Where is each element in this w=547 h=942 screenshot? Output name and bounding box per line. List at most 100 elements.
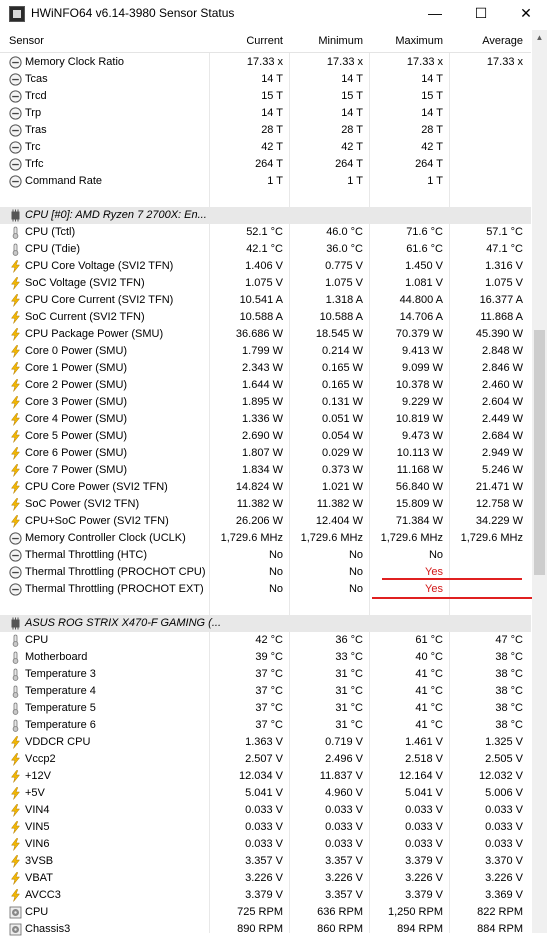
sensor-name: Thermal Throttling (PROCHOT EXT) — [25, 583, 204, 595]
sensor-row[interactable]: Core 5 Power (SMU) 2.690 W 0.054 W 9.473 W 2… — [0, 428, 531, 445]
sensor-row[interactable]: Trp 14 T 14 T 14 T — [0, 105, 531, 122]
scroll-up-arrow-icon[interactable]: ▲ — [532, 30, 547, 45]
sensor-name: Core 6 Power (SMU) — [25, 447, 128, 459]
average-value: 3.369 V — [485, 889, 523, 901]
sensor-row[interactable]: VIN6 0.033 V 0.033 V 0.033 V 0.033 V — [0, 836, 531, 853]
maximum-value: 9.413 W — [402, 345, 443, 357]
voltage-bolt-icon — [9, 413, 22, 426]
sensor-row[interactable]: SoC Current (SVI2 TFN) 10.588 A 10.588 A 14… — [0, 309, 531, 326]
sensor-row[interactable]: VIN4 0.033 V 0.033 V 0.033 V 0.033 V — [0, 802, 531, 819]
vertical-scrollbar[interactable]: ▲ — [532, 30, 547, 933]
sensor-row[interactable]: +12V 12.034 V 11.837 V 12.164 V 12.032 V — [0, 768, 531, 785]
minimum-value: 36.0 °C — [326, 243, 363, 255]
minimum-value: 31 °C — [335, 668, 363, 680]
minimum-value: 860 RPM — [317, 923, 363, 935]
sensor-name: VDDCR CPU — [25, 736, 91, 748]
sensor-row[interactable]: 3VSB 3.357 V 3.357 V 3.379 V 3.370 V — [0, 853, 531, 870]
header-maximum[interactable]: Maximum — [395, 35, 443, 47]
sensor-row[interactable]: Core 7 Power (SMU) 1.834 W 0.373 W 11.168 W… — [0, 462, 531, 479]
sensor-row[interactable]: CPU Core Power (SVI2 TFN) 14.824 W 1.021 W… — [0, 479, 531, 496]
sensor-row[interactable]: Trcd 15 T 15 T 15 T — [0, 88, 531, 105]
sensor-row[interactable]: Trc 42 T 42 T 42 T — [0, 139, 531, 156]
sensor-row[interactable]: Temperature 3 37 °C 31 °C 41 °C 38 °C — [0, 666, 531, 683]
current-value: 2.507 V — [245, 753, 283, 765]
sensor-row[interactable]: VIN5 0.033 V 0.033 V 0.033 V 0.033 V — [0, 819, 531, 836]
sensor-group-row[interactable]: CPU [#0]: AMD Ryzen 7 2700X: En... — [0, 207, 531, 224]
maximum-value: 5.041 V — [405, 787, 443, 799]
minimum-value: 3.226 V — [325, 872, 363, 884]
average-value: 21.471 W — [475, 481, 523, 493]
maximum-value: 264 T — [415, 158, 443, 170]
average-value: 17.33 x — [486, 56, 523, 68]
clock-icon — [9, 583, 22, 596]
maximum-value: 9.473 W — [402, 430, 443, 442]
header-current[interactable]: Current — [246, 35, 283, 47]
sensor-row[interactable]: Temperature 6 37 °C 31 °C 41 °C 38 °C — [0, 717, 531, 734]
minimum-value: 14 T — [341, 73, 363, 85]
sensor-row[interactable]: Core 1 Power (SMU) 2.343 W 0.165 W 9.099 W 2… — [0, 360, 531, 377]
maximum-value: 9.229 W — [402, 396, 443, 408]
sensor-row[interactable]: Core 2 Power (SMU) 1.644 W 0.165 W 10.378 W… — [0, 377, 531, 394]
sensor-row[interactable]: Core 0 Power (SMU) 1.799 W 0.214 W 9.413 W 2… — [0, 343, 531, 360]
sensor-row[interactable]: +5V 5.041 V 4.960 V 5.041 V 5.006 V — [0, 785, 531, 802]
sensor-row[interactable]: Vccp2 2.507 V 2.496 V 2.518 V 2.505 V — [0, 751, 531, 768]
clock-icon — [9, 124, 22, 137]
sensor-row[interactable]: Thermal Throttling (PROCHOT EXT) No No Yes — [0, 581, 531, 598]
average-value: 884 RPM — [477, 923, 523, 935]
minimum-value: 11.837 V — [319, 770, 363, 782]
sensor-row[interactable]: VDDCR CPU 1.363 V 0.719 V 1.461 V 1.325 V — [0, 734, 531, 751]
sensor-row[interactable]: CPU+SoC Power (SVI2 TFN) 26.206 W 12.404 W… — [0, 513, 531, 530]
sensor-name: Motherboard — [25, 651, 88, 663]
sensor-row[interactable]: SoC Power (SVI2 TFN) 11.382 W 11.382 W 15.8… — [0, 496, 531, 513]
sensor-name: Temperature 5 — [25, 702, 96, 714]
sensor-row[interactable]: Chassis3 890 RPM 860 RPM 894 RPM 884 RPM — [0, 921, 531, 938]
header-minimum[interactable]: Minimum — [318, 35, 363, 47]
sensor-row[interactable]: Thermal Throttling (HTC) No No No — [0, 547, 531, 564]
sensor-row[interactable]: VBAT 3.226 V 3.226 V 3.226 V 3.226 V — [0, 870, 531, 887]
thermometer-icon — [9, 634, 22, 647]
close-button[interactable]: ✕ — [503, 0, 547, 26]
sensor-group-row[interactable]: ASUS ROG STRIX X470-F GAMING (... — [0, 615, 531, 632]
sensor-row[interactable]: CPU Package Power (SMU) 36.686 W 18.545 W 7… — [0, 326, 531, 343]
sensor-row[interactable]: CPU (Tctl) 52.1 °C 46.0 °C 71.6 °C 57.1 °C — [0, 224, 531, 241]
sensor-name: Core 1 Power (SMU) — [25, 362, 128, 374]
maximize-button[interactable]: ☐ — [458, 0, 504, 26]
average-value: 3.370 V — [485, 855, 523, 867]
sensor-name: Core 7 Power (SMU) — [25, 464, 128, 476]
sensor-name: Chassis3 — [25, 923, 71, 935]
sensor-row[interactable]: Core 6 Power (SMU) 1.807 W 0.029 W 10.113 W… — [0, 445, 531, 462]
maximum-value: 1.461 V — [405, 736, 443, 748]
sensor-row[interactable]: CPU 725 RPM 636 RPM 1,250 RPM 822 RPM — [0, 904, 531, 921]
sensor-row[interactable]: Core 3 Power (SMU) 1.895 W 0.131 W 9.229 W 2… — [0, 394, 531, 411]
sensor-row[interactable]: CPU (Tdie) 42.1 °C 36.0 °C 61.6 °C 47.1 °C — [0, 241, 531, 258]
header-sensor[interactable]: Sensor — [9, 35, 44, 47]
sensor-row[interactable]: Command Rate 1 T 1 T 1 T — [0, 173, 531, 190]
maximum-value: 42 T — [421, 141, 443, 153]
sensor-row[interactable]: SoC Voltage (SVI2 TFN) 1.075 V 1.075 V 1.08… — [0, 275, 531, 292]
sensor-row[interactable]: Motherboard 39 °C 33 °C 40 °C 38 °C — [0, 649, 531, 666]
average-value: 2.684 W — [482, 430, 523, 442]
average-value: 16.377 A — [479, 294, 523, 306]
sensor-row[interactable]: AVCC3 3.379 V 3.357 V 3.379 V 3.369 V — [0, 887, 531, 904]
sensor-row[interactable]: CPU Core Current (SVI2 TFN) 10.541 A 1.318… — [0, 292, 531, 309]
current-value: No — [268, 583, 283, 595]
current-value: 725 RPM — [237, 906, 283, 918]
maximum-value: 3.226 V — [405, 872, 443, 884]
annotation-underline — [372, 597, 532, 599]
sensor-row[interactable]: Trfc 264 T 264 T 264 T — [0, 156, 531, 173]
scrollbar-thumb[interactable] — [534, 330, 545, 575]
sensor-row[interactable]: CPU Core Voltage (SVI2 TFN) 1.406 V 0.775 … — [0, 258, 531, 275]
sensor-row[interactable]: Core 4 Power (SMU) 1.336 W 0.051 W 10.819 W… — [0, 411, 531, 428]
sensor-row[interactable]: Temperature 5 37 °C 31 °C 41 °C 38 °C — [0, 700, 531, 717]
sensor-row[interactable]: Temperature 4 37 °C 31 °C 41 °C 38 °C — [0, 683, 531, 700]
sensor-row[interactable]: Memory Clock Ratio 17.33 x 17.33 x 17.33 x 1… — [0, 54, 531, 71]
sensor-row[interactable]: CPU 42 °C 36 °C 61 °C 47 °C — [0, 632, 531, 649]
header-average[interactable]: Average — [482, 35, 523, 47]
sensor-row[interactable]: Tcas 14 T 14 T 14 T — [0, 71, 531, 88]
current-value: No — [268, 566, 283, 578]
minimum-value: 14 T — [341, 107, 363, 119]
thermometer-icon — [9, 668, 22, 681]
minimize-button[interactable]: — — [412, 0, 458, 26]
sensor-row[interactable]: Memory Controller Clock (UCLK) 1,729.6 MH… — [0, 530, 531, 547]
sensor-row[interactable]: Tras 28 T 28 T 28 T — [0, 122, 531, 139]
